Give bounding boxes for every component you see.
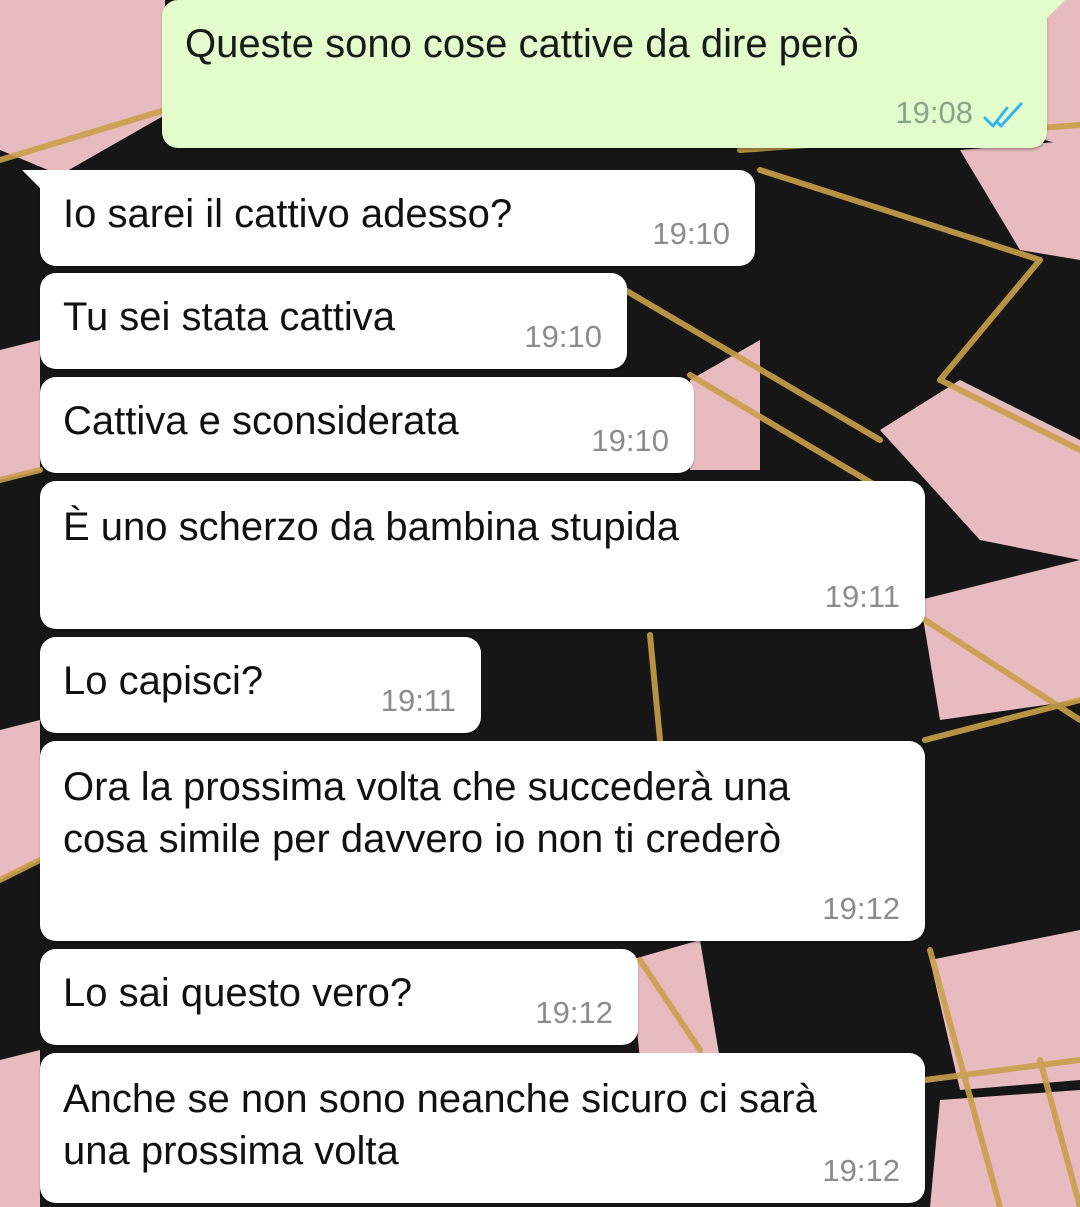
message-timestamp: 19:10 bbox=[524, 319, 602, 354]
message-timestamp: 19:11 bbox=[824, 579, 900, 614]
message-text: È uno scherzo da bambina stupida bbox=[63, 505, 679, 549]
message-bubble-incoming[interactable]: Cattiva e sconsiderata 19:10 bbox=[40, 377, 694, 473]
message-bubble-incoming[interactable]: È uno scherzo da bambina stupida 19:11 bbox=[40, 481, 925, 629]
message-text: Queste sono cose cattive da dire però bbox=[185, 22, 859, 66]
bubble-tail bbox=[22, 170, 44, 192]
message-text: Lo sai questo vero? bbox=[63, 971, 413, 1015]
message-bubble-incoming[interactable]: Ora la prossima volta che succederà una … bbox=[40, 741, 925, 941]
message-text: Io sarei il cattivo adesso? bbox=[63, 192, 513, 236]
message-timestamp: 19:12 bbox=[822, 891, 900, 926]
message-timestamp: 19:11 bbox=[380, 683, 456, 718]
message-text: Anche se non sono neanche sicuro ci sarà… bbox=[63, 1077, 817, 1173]
message-timestamp: 19:08 bbox=[895, 95, 973, 130]
message-text: Lo capisci? bbox=[63, 659, 264, 703]
message-timestamp: 19:12 bbox=[822, 1153, 900, 1188]
message-timestamp: 19:12 bbox=[535, 995, 613, 1030]
message-text: Ora la prossima volta che succederà una … bbox=[63, 765, 791, 861]
message-text: Tu sei stata cattiva bbox=[63, 295, 395, 339]
message-bubble-incoming[interactable]: Tu sei stata cattiva 19:10 bbox=[40, 273, 627, 369]
double-check-read-icon bbox=[983, 102, 1023, 128]
message-bubble-outgoing[interactable]: Queste sono cose cattive da dire però 19… bbox=[162, 0, 1065, 148]
message-bubble-incoming[interactable]: Io sarei il cattivo adesso? 19:10 bbox=[22, 170, 755, 266]
message-text: Cattiva e sconsiderata bbox=[63, 399, 459, 443]
message-bubble-incoming[interactable]: Lo sai questo vero? 19:12 bbox=[40, 949, 638, 1045]
message-bubble-incoming[interactable]: Lo capisci? 19:11 bbox=[40, 637, 481, 733]
message-timestamp: 19:10 bbox=[591, 423, 669, 458]
message-timestamp: 19:10 bbox=[652, 216, 730, 251]
bubble-tail bbox=[1043, 0, 1065, 22]
message-bubble-incoming[interactable]: Anche se non sono neanche sicuro ci sarà… bbox=[40, 1053, 925, 1203]
